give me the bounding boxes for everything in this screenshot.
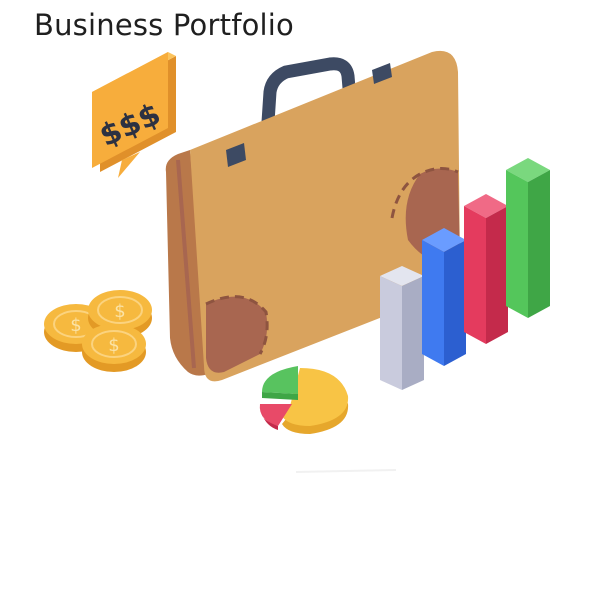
svg-text:$: $ [70,315,81,336]
pie-chart-icon [259,366,349,434]
svg-text:$: $ [108,335,119,356]
svg-text:$: $ [114,301,125,322]
illustration: $$$ $ $ $ [44,50,550,473]
speech-bubble-icon: $$$ [92,52,176,178]
coin-icon: $ $ $ [44,290,152,372]
